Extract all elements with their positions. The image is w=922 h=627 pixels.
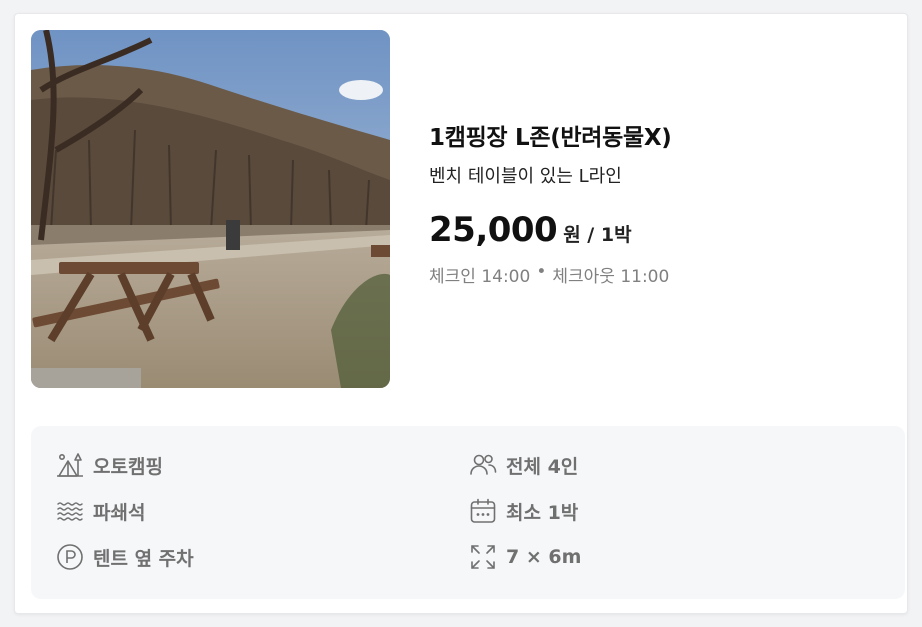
feature-label: 텐트 옆 주차	[93, 547, 194, 570]
feature-label: 파쇄석	[93, 501, 146, 524]
separator-dot: •	[536, 262, 547, 282]
feature-label: 전체 4인	[506, 455, 579, 478]
price-unit: 원 / 1박	[563, 224, 632, 246]
campsite-card[interactable]: 1캠핑장 L존(반려동물X) 벤치 테이블이 있는 L라인 25,000 원 /…	[14, 13, 908, 614]
tent-camping-icon	[55, 450, 85, 480]
feature-capacity: 전체 4인	[468, 450, 578, 480]
feature-ground-type: 파쇄석	[55, 496, 145, 526]
calendar-icon	[468, 496, 498, 526]
parking-icon	[55, 542, 85, 572]
campsite-photo[interactable]	[31, 30, 390, 388]
listing-subtitle: 벤치 테이블이 있는 L라인	[429, 166, 622, 187]
feature-camping-type: 오토캠핑	[55, 450, 163, 480]
checkout-time: 체크아웃 11:00	[552, 267, 670, 287]
feature-panel: 오토캠핑 파쇄석 텐트 옆 주차 전체 4인 최소 1박 7 × 6m	[31, 426, 905, 599]
campsite-photo-image	[31, 30, 390, 388]
feature-site-size: 7 × 6m	[468, 542, 581, 572]
price-amount: 25,000	[429, 210, 558, 250]
feature-label: 최소 1박	[506, 501, 579, 524]
feature-min-stay: 최소 1박	[468, 496, 578, 526]
listing-info: 1캠핑장 L존(반려동물X) 벤치 테이블이 있는 L라인 25,000 원 /…	[429, 118, 889, 287]
listing-title: 1캠핑장 L존(반려동물X)	[429, 125, 672, 151]
feature-parking: 텐트 옆 주차	[55, 542, 194, 572]
price-row: 25,000 원 / 1박	[429, 210, 889, 250]
expand-icon	[468, 542, 498, 572]
people-icon	[468, 450, 498, 480]
gravel-icon	[55, 496, 85, 526]
checkin-time: 체크인 14:00	[429, 267, 531, 287]
feature-label: 오토캠핑	[93, 455, 163, 478]
checkin-checkout: 체크인 14:00 • 체크아웃 11:00	[429, 262, 889, 287]
feature-label: 7 × 6m	[506, 546, 582, 568]
